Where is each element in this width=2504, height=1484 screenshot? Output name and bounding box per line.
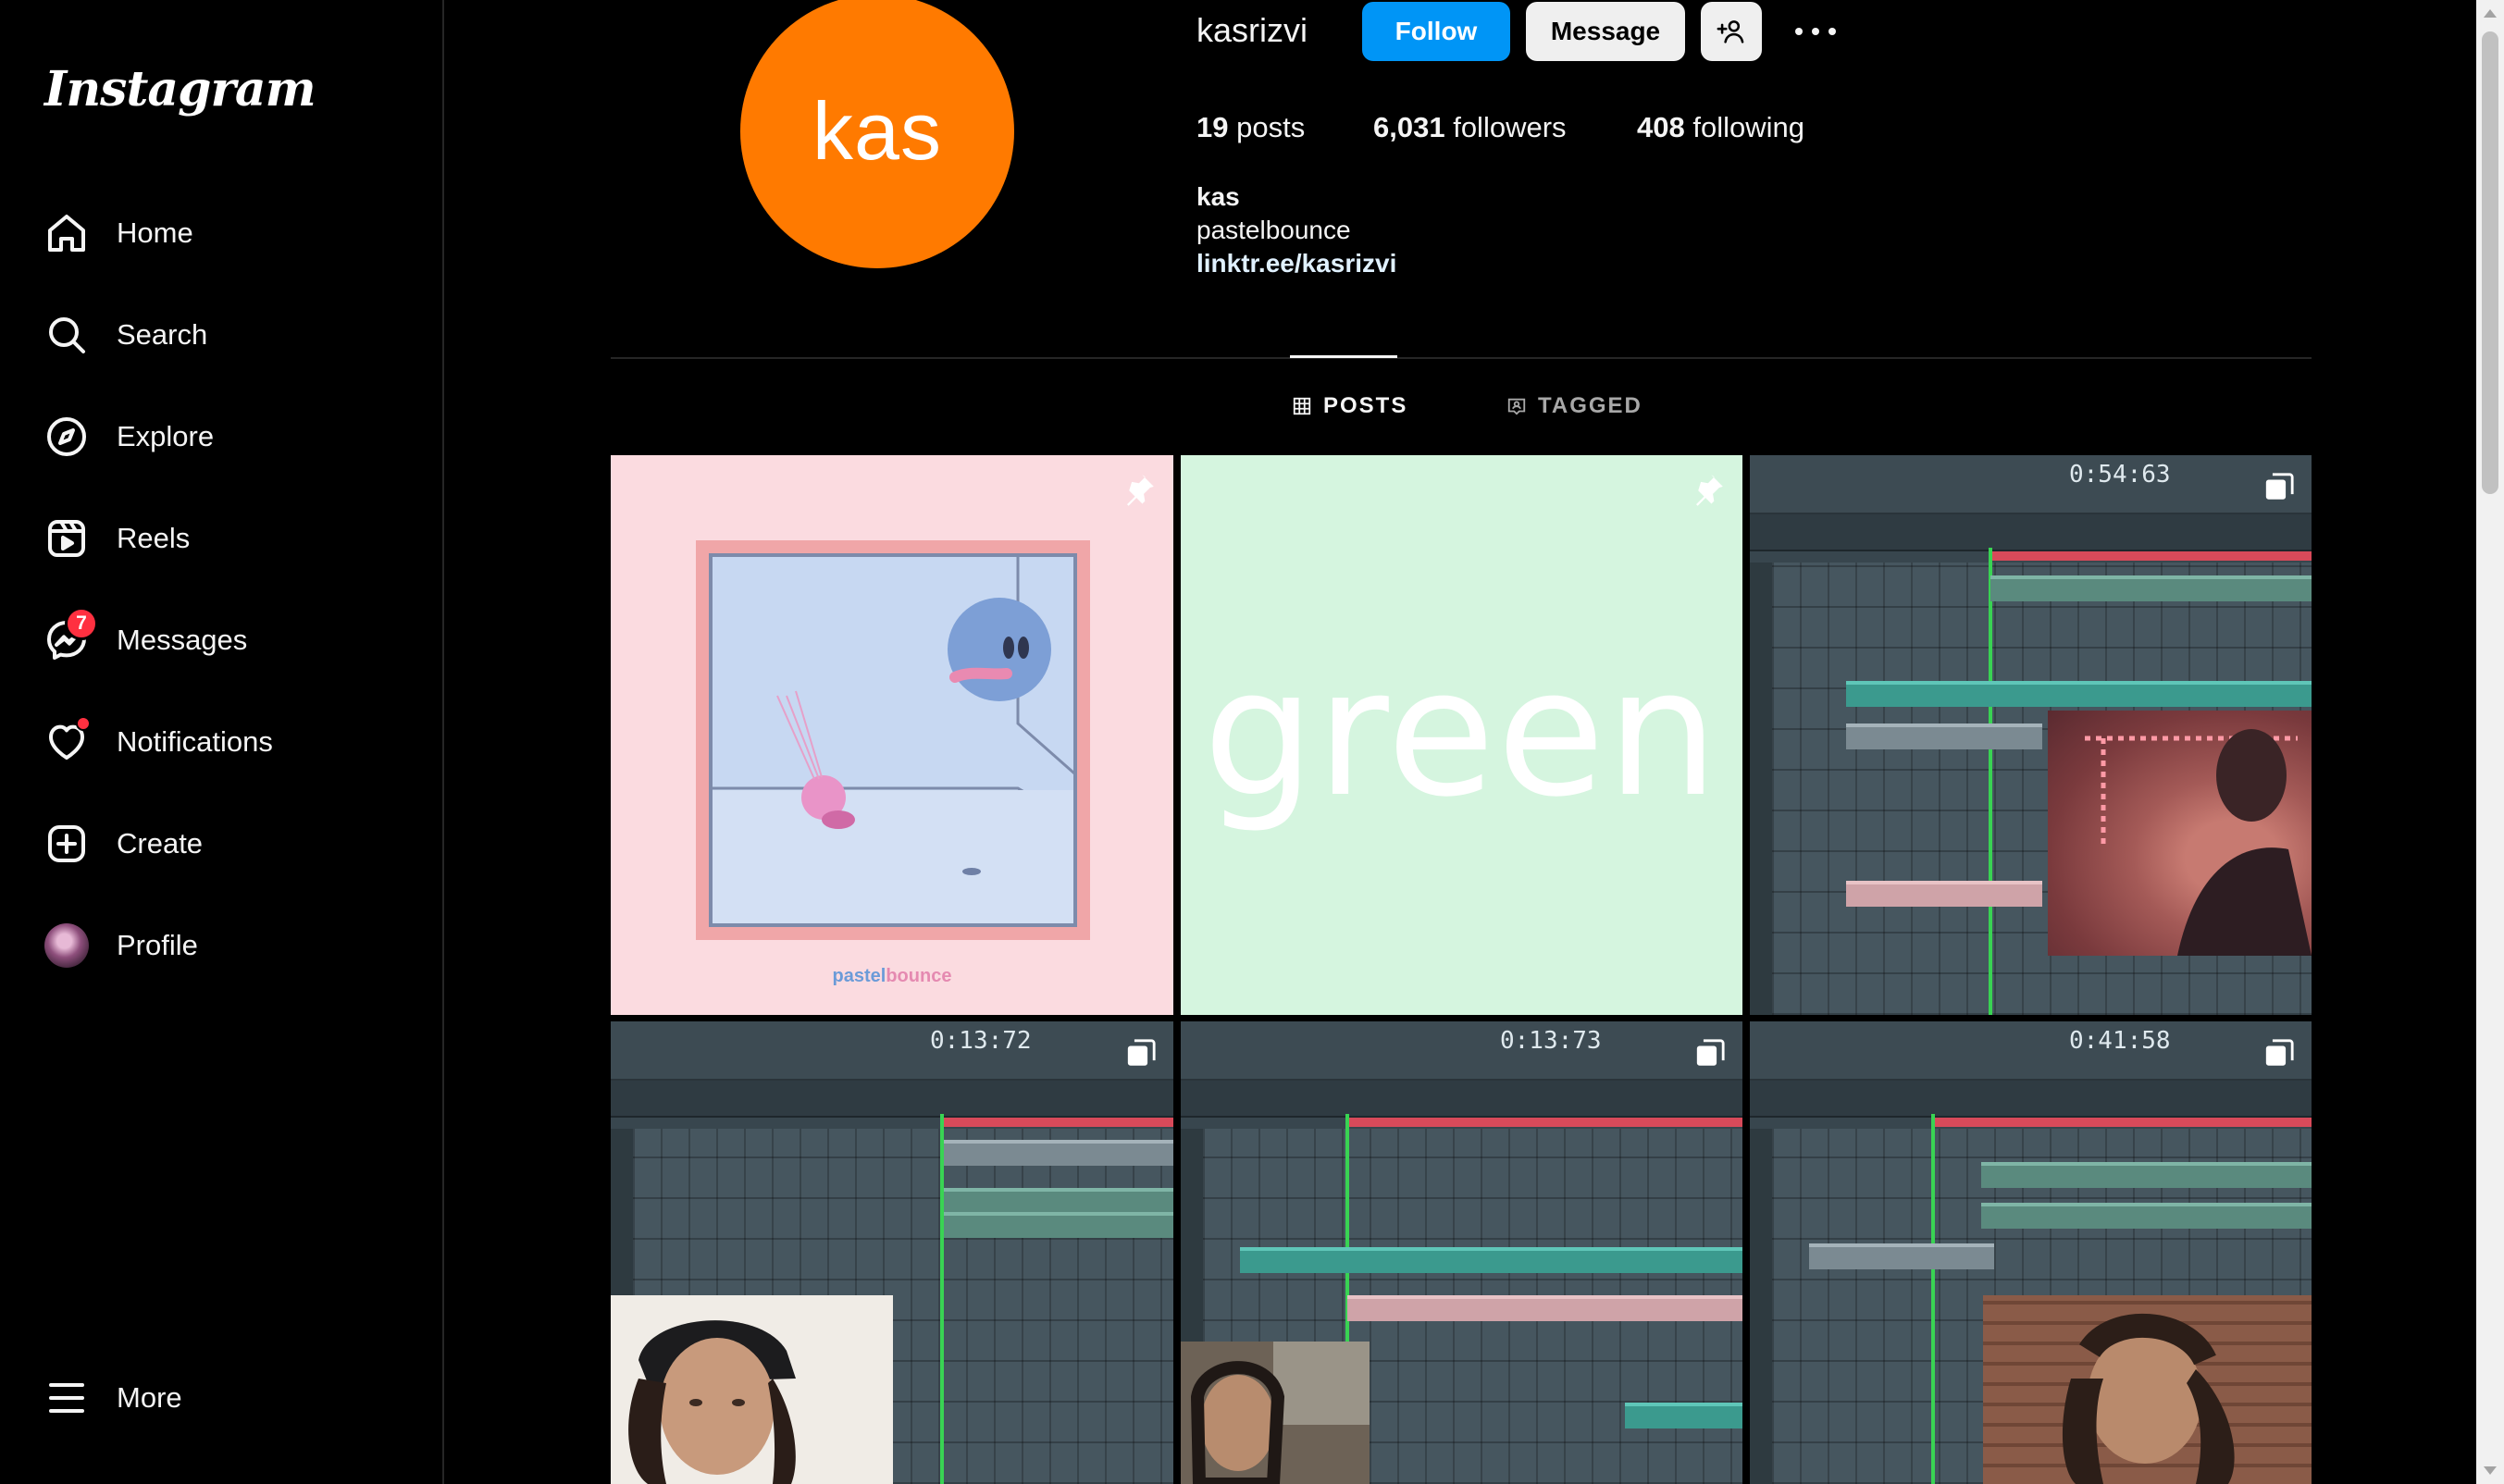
post-tile[interactable]: 0:13:73	[1181, 1021, 1742, 1484]
sidebar-item-label: Create	[117, 827, 204, 859]
video-person	[1983, 1295, 2312, 1484]
bio-text: pastelbounce	[1196, 216, 1351, 244]
sidebar-item-notifications[interactable]: Notifications	[44, 710, 415, 774]
add-person-icon	[1717, 20, 1744, 43]
heart-icon	[44, 716, 91, 764]
suggested-users-button[interactable]	[1701, 2, 1762, 61]
profile-username: kasrizvi	[1196, 11, 1308, 49]
sidebar-item-label: Profile	[117, 929, 198, 961]
pin-icon	[1127, 475, 1154, 506]
post-video-thumbnail: 0:13:73	[1181, 1021, 1742, 1484]
search-icon	[44, 313, 89, 357]
tagged-icon	[1507, 398, 1526, 415]
followers-count[interactable]: 6,031 followers	[1373, 111, 1567, 144]
sidebar: Instagram Home Search Explore Reels 7 Me…	[0, 0, 444, 1484]
post-tile[interactable]: green	[1181, 455, 1742, 1015]
reels-icon	[44, 516, 89, 561]
post-artwork-caption: pastelbounce	[832, 966, 952, 986]
posts-count: 19 posts	[1196, 111, 1306, 143]
sidebar-item-explore[interactable]: Explore	[44, 404, 415, 469]
scroll-down-arrow[interactable]	[2484, 1466, 2497, 1475]
post-tile[interactable]: pastelbounce	[611, 455, 1173, 1015]
pin-icon	[1696, 475, 1723, 506]
home-icon	[44, 211, 89, 255]
page-scrollbar[interactable]	[2476, 0, 2504, 1484]
bio-name: kas	[1196, 182, 1240, 211]
sidebar-item-label: Notifications	[117, 725, 273, 758]
scroll-up-arrow[interactable]	[2484, 9, 2497, 18]
post-text: green	[1203, 631, 1720, 835]
daw-time-readout: 0:41:58	[2069, 1027, 2171, 1055]
following-count[interactable]: 408 following	[1637, 111, 1804, 144]
daw-time-readout: 0:54:63	[2069, 461, 2171, 488]
video-person	[2048, 711, 2312, 956]
daw-time-readout: 0:13:73	[1500, 1027, 1602, 1055]
sidebar-item-label: More	[117, 1381, 182, 1414]
profile-avatar[interactable]: kas	[740, 0, 1014, 268]
sidebar-item-label: Search	[117, 318, 208, 351]
active-tab-indicator	[1290, 355, 1397, 358]
sidebar-item-more[interactable]: More	[44, 1366, 415, 1430]
scroll-thumb[interactable]	[2482, 31, 2498, 494]
sidebar-item-search[interactable]: Search	[44, 303, 415, 367]
post-tile[interactable]: 0:54:63	[1750, 455, 2312, 1015]
sidebar-item-messages[interactable]: 7 Messages	[44, 607, 415, 673]
sidebar-item-home[interactable]: Home	[44, 201, 415, 266]
tab-tagged[interactable]: TAGGED	[1506, 392, 1642, 420]
bio-link[interactable]: linktr.ee/kasrizvi	[1196, 249, 1396, 278]
follow-button[interactable]: Follow	[1362, 2, 1510, 61]
carousel-icon	[2265, 473, 2294, 500]
video-person	[1181, 1342, 1370, 1484]
hamburger-icon	[44, 1376, 89, 1420]
messenger-icon: 7	[44, 607, 98, 662]
more-options-icon[interactable]	[1795, 15, 1836, 48]
sidebar-item-label: Messages	[117, 624, 248, 656]
daw-time-readout: 0:13:72	[930, 1027, 1032, 1055]
sidebar-item-label: Reels	[117, 522, 191, 554]
sidebar-item-label: Home	[117, 216, 193, 249]
post-artwork	[696, 540, 1090, 940]
avatar	[44, 923, 89, 968]
post-video-thumbnail: 0:41:58	[1750, 1021, 2312, 1484]
messages-badge: 7	[65, 607, 98, 640]
post-tile[interactable]: 0:41:58	[1750, 1021, 2312, 1484]
sidebar-item-label: Explore	[117, 420, 215, 452]
post-video-thumbnail: 0:54:63	[1750, 455, 2312, 1015]
sidebar-item-reels[interactable]: Reels	[44, 506, 415, 571]
grid-icon	[1293, 397, 1311, 415]
carousel-icon	[1696, 1039, 1725, 1066]
instagram-logo[interactable]: Instagram	[44, 61, 316, 117]
tabs-divider	[611, 357, 2312, 359]
profile-avatar-icon	[44, 923, 89, 968]
video-person	[611, 1295, 893, 1484]
tab-posts[interactable]: POSTS	[1292, 392, 1407, 420]
sidebar-item-profile[interactable]: Profile	[44, 913, 415, 978]
message-button[interactable]: Message	[1526, 2, 1685, 61]
plus-square-icon	[44, 822, 89, 866]
notification-dot	[76, 716, 91, 731]
compass-icon	[44, 414, 89, 459]
sidebar-item-create[interactable]: Create	[44, 811, 415, 876]
post-video-thumbnail: 0:13:72	[611, 1021, 1173, 1484]
post-tile[interactable]: 0:13:72	[611, 1021, 1173, 1484]
carousel-icon	[2265, 1039, 2294, 1066]
carousel-icon	[1127, 1039, 1156, 1066]
